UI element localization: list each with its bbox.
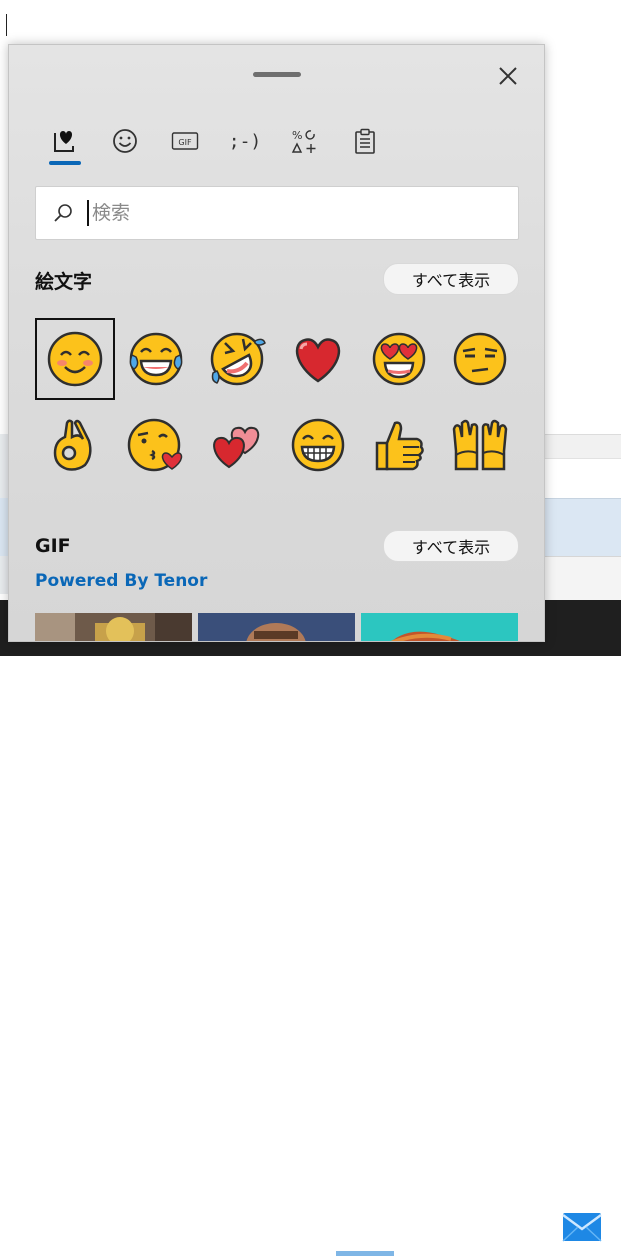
tab-favorites[interactable] [37,115,93,167]
tab-gif[interactable]: GIF [157,115,213,167]
drag-handle[interactable] [253,72,301,77]
text-caret [6,14,7,36]
gif-icon: GIF [171,132,199,150]
background-row [545,434,621,459]
gif-thumbnail[interactable] [198,613,355,641]
smiley-icon [113,129,137,153]
heart-clipboard-icon [54,131,74,152]
background-row [545,556,621,601]
search-box[interactable] [35,186,519,240]
gif-tab-label: GIF [178,138,192,147]
emoji-ok-hand[interactable] [35,404,115,486]
emoji-face-blowing-a-kiss[interactable] [116,404,196,486]
emoji-two-hearts[interactable] [197,404,277,486]
mail-icon[interactable] [560,1206,604,1246]
emoji-smiling-face-with-heart-eyes[interactable] [359,318,439,400]
tab-active-indicator [49,161,81,165]
background-row [545,458,621,499]
emoji-rolling-on-the-floor-laughing[interactable] [197,318,277,400]
close-button[interactable] [495,63,521,89]
svg-text:%: % [292,129,302,142]
emoji-raising-hands[interactable] [440,404,520,486]
kaomoji-icon: ;-) [228,130,262,152]
emoji-unamused-face[interactable] [440,318,520,400]
emoji-panel: GIF ;-) % 検索 絵文字 すべて表示 GIF すべて表示 Powered… [8,44,545,642]
background-selection [0,498,8,556]
search-caret [87,200,89,226]
search-icon [54,204,72,222]
search-input[interactable] [90,195,504,231]
emoji-show-all-button[interactable]: すべて表示 [383,263,519,295]
emoji-beaming-face-with-smiling-eyes[interactable] [278,404,358,486]
clipboard-icon [355,128,375,154]
emoji-smiling-face-with-smiling-eyes[interactable] [35,318,115,400]
close-icon [499,67,517,85]
tab-emoji[interactable] [97,115,153,167]
tab-symbols[interactable]: % [277,115,333,167]
powered-by-tenor-link[interactable]: Powered By Tenor [35,571,207,591]
gif-show-all-button[interactable]: すべて表示 [383,530,519,562]
tab-clipboard[interactable] [337,115,393,167]
tab-kaomoji[interactable]: ;-) [217,115,273,167]
background-row-selected [545,498,621,557]
emoji-face-with-tears-of-joy[interactable] [116,318,196,400]
symbols-icon: % [291,129,316,153]
gif-section-title: GIF [35,535,71,557]
emoji-thumbs-up[interactable] [359,404,439,486]
gif-thumbnail[interactable] [361,613,518,641]
emoji-red-heart[interactable] [278,318,358,400]
taskbar-active-indicator [336,1251,394,1256]
gif-thumbnail[interactable] [35,613,192,641]
emoji-section-title: 絵文字 [35,271,93,293]
